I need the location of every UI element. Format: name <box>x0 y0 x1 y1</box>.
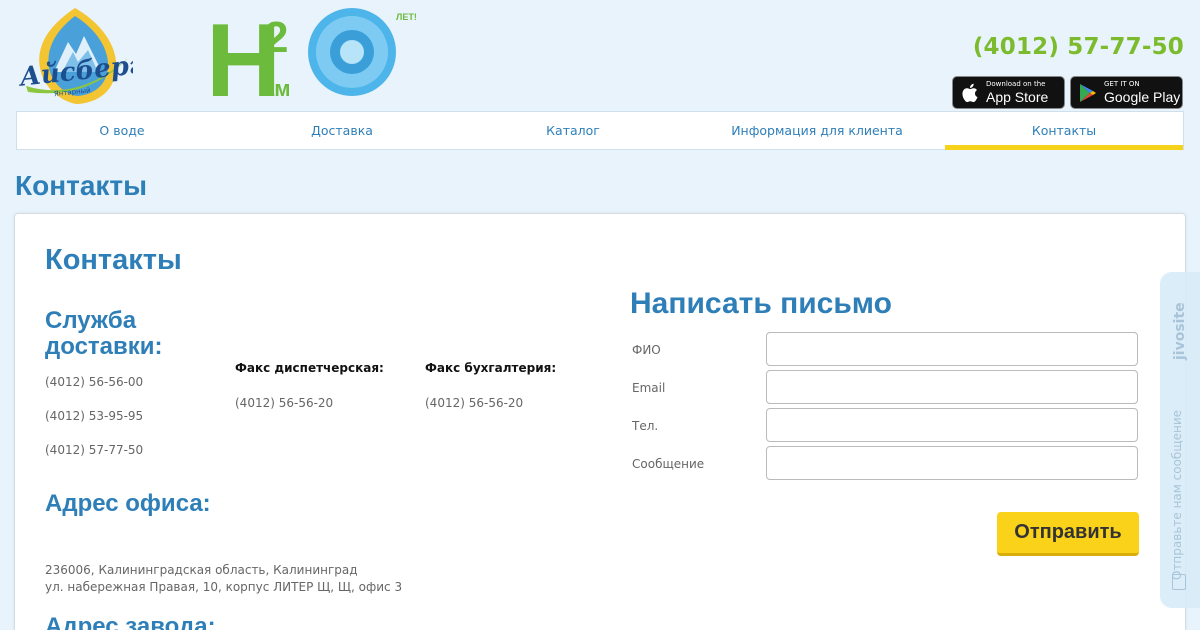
email-input[interactable] <box>766 370 1138 404</box>
content-card: Контакты Служба доставки: (4012) 56-56-0… <box>14 213 1186 630</box>
delivery-phone-3[interactable]: (4012) 57-77-50 <box>45 443 143 457</box>
delivery-heading: Служба доставки: <box>45 307 163 360</box>
google-play-button[interactable]: GET IT ON Google Play <box>1070 76 1183 109</box>
office-address-line2: ул. набережная Правая, 10, корпус ЛИТЕР … <box>45 580 403 594</box>
h2o-am: ам <box>262 76 291 101</box>
chat-icon <box>1172 574 1186 590</box>
phone-input[interactable] <box>766 408 1138 442</box>
phone-label: Тел. <box>632 419 659 433</box>
aisberg-logo[interactable]: Айсберг Янтарный <box>18 6 133 106</box>
fio-input[interactable] <box>766 332 1138 366</box>
h2o-superscript: 2 <box>264 13 288 62</box>
fax-dispatch-label: Факс диспетчерская: <box>235 361 384 375</box>
office-heading: Адрес офиса: <box>45 490 211 517</box>
google-play-icon <box>1080 83 1096 102</box>
site-header: Айсберг Янтарный H 2 ам ЛЕТ! (4012) 57-7… <box>0 0 1200 112</box>
nav-item-contacts[interactable]: Контакты <box>945 112 1183 150</box>
app-store-big-text: App Store <box>986 89 1049 105</box>
factory-heading: Адрес завода: <box>45 613 216 630</box>
header-phone[interactable]: (4012) 57-77-50 <box>973 34 1184 60</box>
delivery-phone-1[interactable]: (4012) 56-56-00 <box>45 375 143 389</box>
contacts-title: Контакты <box>45 244 182 276</box>
aisberg-logo-text: Айсберг <box>18 50 133 93</box>
h2o-years: ЛЕТ! <box>396 12 417 22</box>
fio-label: ФИО <box>632 343 661 357</box>
apple-icon <box>962 83 978 102</box>
fax-accounting-label: Факс бухгалтерия: <box>425 361 557 375</box>
nav-item-delivery[interactable]: Доставка <box>227 112 457 149</box>
delivery-phone-2[interactable]: (4012) 53-95-95 <box>45 409 143 423</box>
office-address-line1: 236006, Калининградская область, Калинин… <box>45 563 358 577</box>
main-nav: О воде Доставка Каталог Информация для к… <box>16 111 1184 150</box>
google-play-big-text: Google Play <box>1104 89 1181 105</box>
email-label: Email <box>632 381 666 395</box>
fax-accounting-value: (4012) 56-56-20 <box>425 396 524 410</box>
jivosite-text[interactable]: Отправьте нам сообщение <box>1170 410 1184 580</box>
form-title: Написать письмо <box>630 287 892 320</box>
nav-item-about-water[interactable]: О воде <box>17 112 227 149</box>
nav-item-catalog[interactable]: Каталог <box>457 112 689 149</box>
app-store-button[interactable]: Download on the App Store <box>952 76 1065 109</box>
app-store-small-text: Download on the <box>986 80 1046 88</box>
message-input[interactable] <box>766 446 1138 480</box>
fax-dispatch-value: (4012) 56-56-20 <box>235 396 334 410</box>
submit-button[interactable]: Отправить <box>997 512 1139 556</box>
message-label: Сообщение <box>632 457 705 471</box>
jivosite-brand: jivosite <box>1172 302 1188 360</box>
nav-item-client-info[interactable]: Информация для клиента <box>689 112 945 149</box>
google-play-small-text: GET IT ON <box>1104 80 1140 88</box>
h2o-logo: H 2 ам ЛЕТ! <box>206 6 417 102</box>
page-title: Контакты <box>15 170 148 201</box>
